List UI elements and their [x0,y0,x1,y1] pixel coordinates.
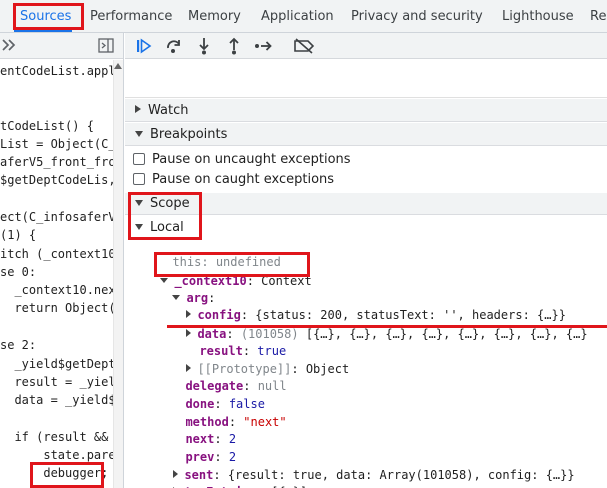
prop-value: [{…}, {…}, {…}, {…}, {…}, {…}, {…}, {…} [305,327,588,341]
code-line-debugger: debugger; [0,466,109,480]
code-line: List = Object(C_ [0,137,116,151]
collapsed-triangle-icon [135,105,141,113]
pause-caught-label: Pause on caught exceptions [152,171,335,187]
pause-uncaught-row[interactable]: Pause on uncaught exceptions [133,150,351,168]
step-into-icon[interactable] [193,35,215,57]
tab-privacy-and-security[interactable]: Privacy and security [351,0,483,33]
resume-icon[interactable] [133,35,155,57]
expanded-triangle-icon [135,224,143,230]
scroll-up-arrow-icon[interactable] [114,63,122,69]
code-line: if (result && [0,430,109,444]
step-icon[interactable] [253,35,275,57]
code-line: tCodeList() { [0,119,94,133]
code-line: entCodeList.appl [0,64,116,78]
debugger-controls-toolbar [125,33,607,59]
active-tab-indicator [14,29,72,32]
source-code-pane[interactable]: entCodeList.appl tCodeList() { List = Ob… [0,33,124,488]
toggle-debugger-sidebar-icon[interactable] [98,38,114,56]
prop-value: "next" [243,415,287,429]
scope-row-arg[interactable]: arg: [158,273,215,305]
scope-row-this[interactable]: this: undefined [158,237,280,269]
call-stack-strip [125,60,607,98]
step-out-icon[interactable] [223,35,245,57]
expanded-triangle-icon [135,131,143,137]
editor-toolbar [0,33,123,59]
scope-row-context[interactable]: _context10: Context [146,256,312,288]
scope-row-tryentries[interactable]: tryEntries: [{…}] [159,467,307,488]
tab-performance[interactable]: Performance [90,0,172,33]
scope-row-done[interactable]: done: false [171,379,264,411]
pause-uncaught-checkbox[interactable] [133,153,145,165]
scope-row-method[interactable]: method: "next" [171,397,286,429]
code-line: return Object( [0,301,116,315]
code-line: itch (_context10 [0,247,116,261]
code-line: se 0: [0,265,37,279]
scope-row-config[interactable]: config: {status: 200, statusText: '', he… [172,290,566,322]
code-scrollbar[interactable] [113,60,123,488]
tab-memory[interactable]: Memory [188,0,241,33]
scope-label: Scope [150,196,190,211]
code-line: ect(C_infosaferV [0,210,116,224]
pause-caught-checkbox[interactable] [133,173,145,185]
tab-recorder[interactable]: Rec [590,0,607,33]
code-line: aferV5_front_fro [0,155,116,169]
code-line: se 2: [0,338,37,352]
watch-label: Watch [148,103,189,118]
watch-section-header[interactable]: Watch [125,99,607,122]
scope-row-next[interactable]: next: 2 [171,414,236,446]
devtools-tab-bar: Sources Performance Memory Application P… [0,0,607,33]
code-line: (1) { [0,228,37,242]
expanded-triangle-icon [135,200,143,206]
scope-row-prototype[interactable]: [[Prototype]]: Object [172,344,349,376]
tab-lighthouse[interactable]: Lighthouse [502,0,574,33]
prop-value: Context [261,274,312,288]
code-line: $getDeptCodeLis, [0,173,116,187]
code-line: data = _yield$ [0,393,116,407]
scope-row-sent[interactable]: sent: {result: true, data: Array(101058)… [159,450,575,482]
breakpoints-label: Breakpoints [150,127,228,142]
code-line: result = _yiel [0,375,116,389]
scope-row-delegate[interactable]: delegate: null [171,361,286,393]
prop-value: Object [305,362,350,376]
scope-row-result[interactable]: result: true [185,326,286,358]
expand-navigator-icon[interactable] [1,36,17,57]
code-line: state.pare [0,448,116,462]
code-line: _yield$getDept [0,357,116,371]
scope-row-prev[interactable]: prev: 2 [171,432,236,464]
breakpoints-section-header[interactable]: Breakpoints [125,123,607,146]
scope-row-data[interactable]: data: (101058) [{…}, {…}, {…}, {…}, {…},… [172,309,588,341]
local-label: Local [150,220,184,235]
scope-section-header[interactable]: Scope [125,193,607,215]
pause-caught-row[interactable]: Pause on caught exceptions [133,170,334,188]
pause-uncaught-label: Pause on uncaught exceptions [152,151,351,167]
step-over-icon[interactable] [163,35,185,57]
deactivate-breakpoints-icon[interactable] [293,35,315,57]
code-line: _context10.nex [0,283,116,297]
tab-application[interactable]: Application [261,0,334,33]
